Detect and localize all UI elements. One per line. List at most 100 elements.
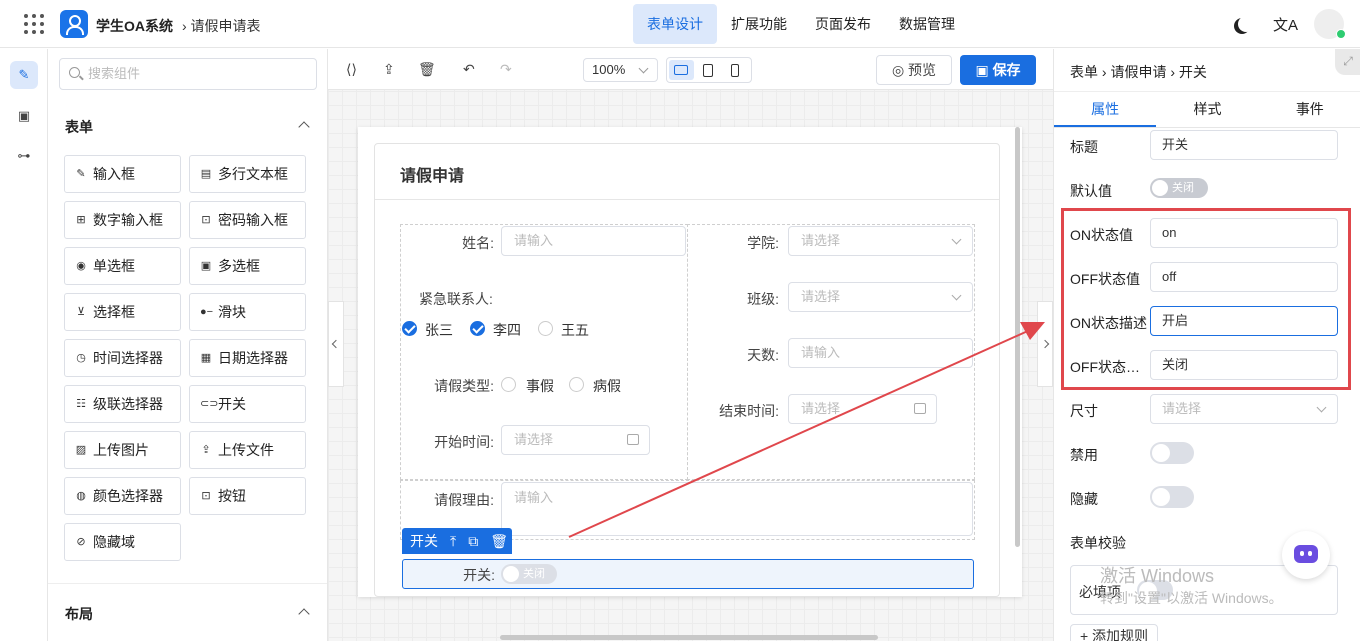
section-form-title: 表单 [65,119,93,135]
component-button[interactable]: ⊡ 按钮 [189,477,306,515]
redo-icon[interactable]: ↷ [500,61,512,78]
component-date-picker[interactable]: ▦ 日期选择器 [189,339,306,377]
checkbox-icon: ▣ [200,260,212,272]
form-title: 请假申请 [400,168,465,185]
tablet-icon[interactable] [696,60,721,80]
component-radio[interactable]: ◉ 单选框 [64,247,181,285]
dark-mode-icon[interactable] [1238,16,1254,32]
zoom-select[interactable]: 100% [583,58,658,82]
component-hidden-field[interactable]: ⊘ 隐藏域 [64,523,181,561]
component-time-picker[interactable]: ◷ 时间选择器 [64,339,181,377]
start-time-picker[interactable]: 请选择 [501,425,650,455]
component-textarea[interactable]: ▤ 多行文本框 [189,155,306,193]
default-switch[interactable]: 关闭 [1150,178,1208,198]
pencil-icon: ✎ [76,168,86,180]
component-slider[interactable]: ●− 滑块 [189,293,306,331]
delete-icon[interactable]: 🗑︎ [490,528,508,554]
number-icon: ⊞ [76,214,86,226]
undo-icon[interactable]: ↶ [463,61,475,78]
chevron-up-icon[interactable] [298,121,310,133]
translate-icon[interactable]: 文A [1273,14,1298,35]
leave-type-radio-sick[interactable] [569,377,584,392]
hidden-toggle[interactable] [1150,486,1194,508]
clock-icon: ◷ [76,352,86,364]
switch-field-selected[interactable]: 开关: 关闭 [402,559,974,589]
size-select[interactable]: 请选择 [1150,394,1338,424]
days-input[interactable]: 请输入 [788,338,973,368]
leave-type-radio-personal[interactable] [501,377,516,392]
name-label: 姓名: [462,235,494,251]
selected-field-toolbar: 开关 ⤒ ⧉ 🗑︎ [402,528,512,554]
components-icon[interactable]: ✎ [10,61,38,89]
save-button[interactable]: ▣ 保存 [960,55,1036,85]
desktop-icon[interactable] [669,60,694,80]
tab-extensions[interactable]: 扩展功能 [717,4,801,44]
disabled-toggle[interactable] [1150,442,1194,464]
collapse-left-button[interactable] [328,301,344,387]
canvas-scrollbar[interactable] [1015,127,1020,547]
mobile-icon[interactable] [722,60,747,80]
tab-properties[interactable]: 属性 [1054,92,1157,127]
breadcrumb[interactable]: › 请假申请表 [182,16,261,36]
activation-watermark-sub: 转到"设置"以激活 Windows。 [1100,590,1283,606]
off-desc-input[interactable]: 关闭 [1150,350,1338,380]
title-input[interactable]: 开关 [1150,130,1338,160]
avatar[interactable] [1314,9,1346,39]
college-select[interactable]: 请选择 [788,226,973,256]
off-value-input[interactable]: off [1150,262,1338,292]
contact-checkbox-wangwu[interactable] [538,321,553,336]
component-password[interactable]: ⊡ 密码输入框 [189,201,306,239]
search-input[interactable]: 搜索组件 [59,58,317,90]
component-number[interactable]: ⊞ 数字输入框 [64,201,181,239]
end-time-picker[interactable]: 请选择 [788,394,937,424]
collapse-right-button[interactable] [1037,301,1053,387]
canvas-toolbar: ⟨⟩ ⇪ 🗑︎ ↶ ↷ 100% ◎ 预览 ▣ 保存 [328,49,1053,90]
form-paper: 请假申请 姓名: 请输入 紧急联系人: 张三 李四 王五 请假类型: 事假 病假… [358,127,1022,597]
tree-icon[interactable]: ⊶ [10,142,38,170]
canvas-hscrollbar[interactable] [500,635,878,640]
code-icon[interactable]: ▣ [10,102,38,130]
component-upload-image[interactable]: ▨ 上传图片 [64,431,181,469]
contact-checkbox-zhangsan[interactable] [402,321,417,336]
reason-label: 请假理由: [434,492,494,508]
contact-checkbox-lisi[interactable] [470,321,485,336]
name-input[interactable]: 请输入 [501,226,686,256]
chevron-up-icon[interactable] [298,608,310,620]
on-desc-input[interactable]: 开启 [1150,306,1338,336]
preview-button[interactable]: ◎ 预览 [876,55,952,85]
main-nav: 表单设计 扩展功能 页面发布 数据管理 [633,4,969,44]
copy-icon[interactable]: ⧉ [468,528,478,554]
tab-data-management[interactable]: 数据管理 [885,4,969,44]
leave-type-option: 事假 [526,378,554,394]
class-select[interactable]: 请选择 [788,282,973,312]
tab-styles[interactable]: 样式 [1156,92,1258,127]
apps-grid-icon[interactable] [24,14,44,34]
move-up-icon[interactable]: ⤒ [450,528,456,554]
on-value-label: ON状态值 [1070,227,1133,243]
search-icon [69,67,80,78]
component-upload-file[interactable]: ⇪ 上传文件 [189,431,306,469]
tab-events[interactable]: 事件 [1259,92,1360,127]
reason-textarea[interactable]: 请输入 [501,482,973,536]
component-color-picker[interactable]: ◍ 颜色选择器 [64,477,181,515]
component-input[interactable]: ✎ 输入框 [64,155,181,193]
divider [48,583,327,584]
tab-form-design[interactable]: 表单设计 [633,4,717,44]
add-rule-button[interactable]: + 添加规则 [1070,624,1158,641]
component-cascader[interactable]: ☷ 级联选择器 [64,385,181,423]
component-checkbox[interactable]: ▣ 多选框 [189,247,306,285]
component-select[interactable]: ⊻ 选择框 [64,293,181,331]
tab-publish[interactable]: 页面发布 [801,4,885,44]
code-view-icon[interactable]: ⟨⟩ [346,61,357,78]
component-switch[interactable]: ⊂⊃ 开关 [189,385,306,423]
on-value-input[interactable]: on [1150,218,1338,248]
toggle-icon: ⊂⊃ [200,398,219,410]
delete-icon[interactable]: 🗑︎ [418,61,436,78]
import-icon[interactable]: ⇪ [383,61,395,78]
switch-toggle[interactable]: 关闭 [501,564,557,584]
days-label: 天数: [747,347,779,363]
calendar-icon [627,434,639,445]
assistant-bot-icon[interactable] [1282,531,1330,579]
contact-option-label: 李四 [493,322,521,338]
expand-icon[interactable]: ⤢ [1335,49,1360,75]
